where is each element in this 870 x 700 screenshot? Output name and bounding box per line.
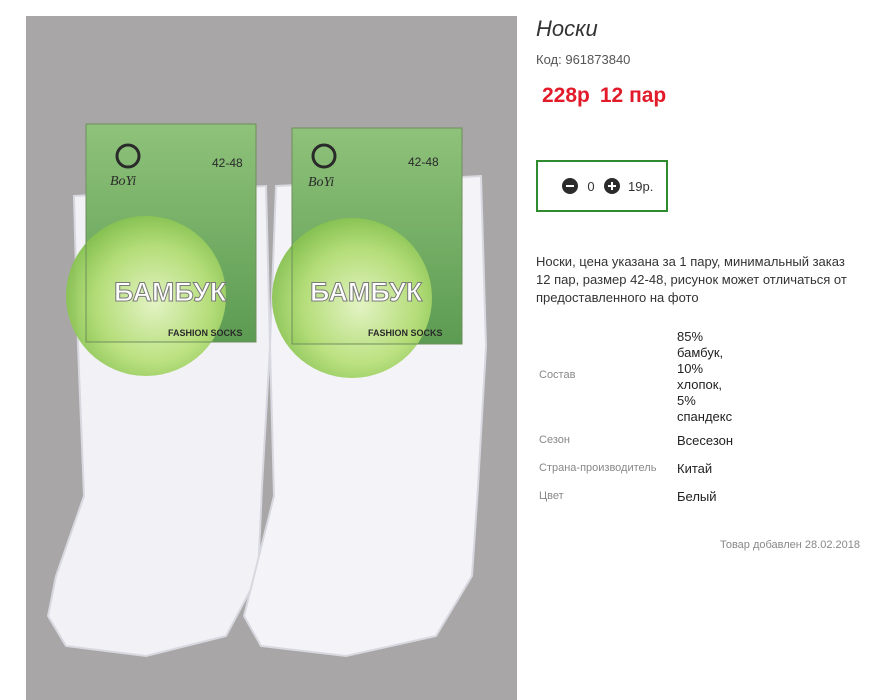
svg-text:42-48: 42-48	[212, 156, 243, 170]
property-name: Страна-производитель	[539, 462, 657, 474]
svg-text:FASHION SOCKS: FASHION SOCKS	[168, 328, 243, 338]
svg-text:БАМБУК: БАМБУК	[114, 277, 227, 307]
svg-text:FASHION SOCKS: FASHION SOCKS	[368, 328, 443, 338]
composition-line: 85%	[677, 329, 704, 344]
property-value: Всесезон	[677, 433, 734, 448]
composition-line: хлопок,	[677, 377, 723, 392]
svg-text:BoYi: BoYi	[308, 175, 334, 190]
added-date: Товар добавлен 28.02.2018	[719, 539, 860, 551]
property-value: 85% бамбук, 10% хлопок, 5% спандекс	[677, 329, 732, 425]
quantity-price: 19р.	[628, 178, 654, 194]
property-name: Сезон	[539, 434, 570, 446]
composition-line: 10%	[677, 361, 704, 376]
product-price: 228р 12 пар	[542, 84, 666, 108]
product-code-value: 961873840	[565, 52, 631, 67]
property-name: Цвет	[539, 490, 564, 502]
property-value: Китай	[677, 461, 713, 476]
product-title: Носки	[536, 16, 598, 41]
plus-icon[interactable]	[604, 178, 620, 194]
property-name: Состав	[539, 369, 576, 381]
composition-line: спандекс	[677, 409, 733, 424]
svg-text:БАМБУК: БАМБУК	[310, 277, 423, 307]
svg-text:BoYi: BoYi	[110, 174, 136, 189]
composition-line: 5%	[677, 393, 696, 408]
svg-text:42-48: 42-48	[408, 155, 439, 169]
composition-line: бамбук,	[677, 345, 724, 360]
quantity-value[interactable]: 0	[586, 179, 596, 194]
property-value: Белый	[677, 489, 717, 504]
quantity-stepper: 0 19р.	[536, 160, 668, 212]
minus-icon[interactable]	[562, 178, 578, 194]
price-value: 228р	[542, 84, 590, 107]
product-code-label: Код:	[536, 52, 562, 67]
package-card-left: BoYi 42-48 БАМБУК FASHION SOCKS	[66, 123, 257, 376]
product-description: Носки, цена указана за 1 пару, минимальн…	[536, 254, 847, 305]
package-card-right: BoYi 42-48 БАМБУК FASHION SOCKS	[272, 127, 463, 378]
product-code: Код: 961873840	[536, 52, 630, 67]
price-pack: 12 пар	[599, 84, 667, 107]
product-photo[interactable]: BoYi 42-48 БАМБУК FASHION SOCKS BoYi 42-…	[26, 16, 517, 700]
